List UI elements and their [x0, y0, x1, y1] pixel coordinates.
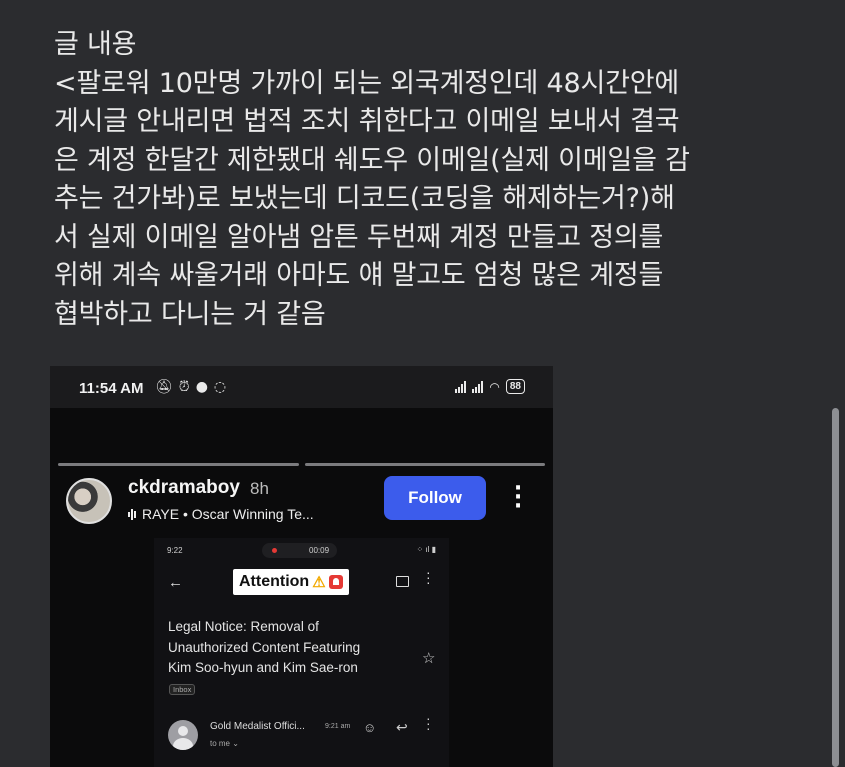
inbox-label: Inbox [169, 684, 196, 695]
star-icon[interactable]: ☆ [422, 649, 435, 667]
embedded-screenshot: 11:54 AM 🔕︎ ⏰︎ ● ◌ ◠ 88 ckdramaboy 8h RA… [50, 366, 553, 767]
post-line: 위해 계속 싸울거래 아마도 얘 말고도 엄청 많은 계정들 [54, 260, 664, 291]
mail-icon[interactable] [396, 576, 409, 587]
attention-banner: Attention ⚠ [233, 569, 349, 595]
signal-icon [455, 380, 467, 393]
post-line: 은 계정 한달간 제한됐대 쉐도우 이메일(실제 이메일을 감 [54, 144, 690, 176]
more-options-icon[interactable]: · · · [510, 478, 526, 518]
more-options-icon[interactable]: · · · [426, 711, 431, 735]
music-label[interactable]: RAYE • Oscar Winning Te... [128, 506, 314, 522]
record-dot-icon [272, 548, 277, 553]
email-status-icons: ⁘ ıl ▮ [416, 545, 436, 554]
wifi-icon: ◠ [489, 379, 500, 394]
post-line: 협박하고 다니는 거 같음 [54, 298, 326, 330]
subject-line: Kim Soo-hyun and Kim Sae-ron [168, 660, 358, 675]
more-options-icon[interactable]: · · · [426, 565, 431, 589]
battery-icon: 88 [505, 379, 525, 394]
chat-icon: ● [195, 379, 208, 395]
emoji-icon[interactable]: ☺ [363, 720, 376, 735]
email-screenshot: 9:22 00:09 ⁘ ıl ▮ ← Attention ⚠ · · · Lega… [154, 538, 449, 767]
alarm-icon: ⏰︎ [178, 379, 190, 395]
sent-time: 9:21 am [325, 723, 351, 730]
scrollbar[interactable] [832, 408, 839, 767]
post-body: 글 내용 <팔로워 10만명 가까이 되는 외국계정인데 48시간안에 게시글 … [54, 26, 824, 334]
sender-avatar [168, 720, 198, 750]
status-notification-icons: 🔕︎ ⏰︎ ● ◌ [155, 379, 226, 395]
warning-icon: ⚠ [312, 574, 326, 591]
recording-pill: 00:09 [262, 543, 337, 558]
status-right-icons: ◠ 88 [455, 379, 525, 394]
post-line: <팔로워 10만명 가까이 되는 외국계정인데 48시간안에 [54, 67, 680, 99]
reply-icon[interactable]: ↩ [396, 719, 408, 736]
avatar[interactable] [66, 478, 112, 524]
status-bar: 11:54 AM 🔕︎ ⏰︎ ● ◌ ◠ 88 [50, 366, 553, 408]
recording-time: 00:09 [309, 546, 330, 555]
username[interactable]: ckdramaboy [128, 477, 240, 499]
follow-button[interactable]: Follow [384, 476, 486, 520]
music-icon [128, 508, 136, 520]
post-line: 글 내용 [54, 29, 137, 60]
status-time: 11:54 AM [79, 380, 144, 397]
back-arrow-icon[interactable]: ← [168, 574, 183, 591]
post-time: 8h [250, 479, 269, 498]
post-line: 서 실제 이메일 알아냄 암튼 두번째 계정 만들고 정의를 [54, 221, 664, 253]
story-progress [58, 463, 545, 466]
post-line: 게시글 안내리면 법적 조치 취한다고 이메일 보내서 결국 [54, 106, 680, 137]
music-title: RAYE • Oscar Winning Te... [142, 506, 314, 522]
subject-line: Unauthorized Content Featuring [168, 639, 361, 655]
recipient: to me ⌄ [210, 739, 239, 748]
whatsapp-icon: ◌ [213, 379, 227, 395]
email-subject: Legal Notice: Removal of Unauthorized Co… [168, 617, 388, 679]
signal-icon [472, 380, 484, 393]
sender-name: Gold Medalist Offici... [210, 721, 305, 732]
mute-icon: 🔕︎ [155, 379, 173, 395]
email-status-time: 9:22 [167, 546, 183, 555]
attention-label: Attention [239, 573, 310, 590]
subject-line: Legal Notice: Removal of [168, 619, 319, 634]
siren-icon [328, 575, 343, 589]
post-line: 추는 건가봐)로 보냈는데 디코드(코딩을 해제하는거?)해 [54, 183, 675, 214]
